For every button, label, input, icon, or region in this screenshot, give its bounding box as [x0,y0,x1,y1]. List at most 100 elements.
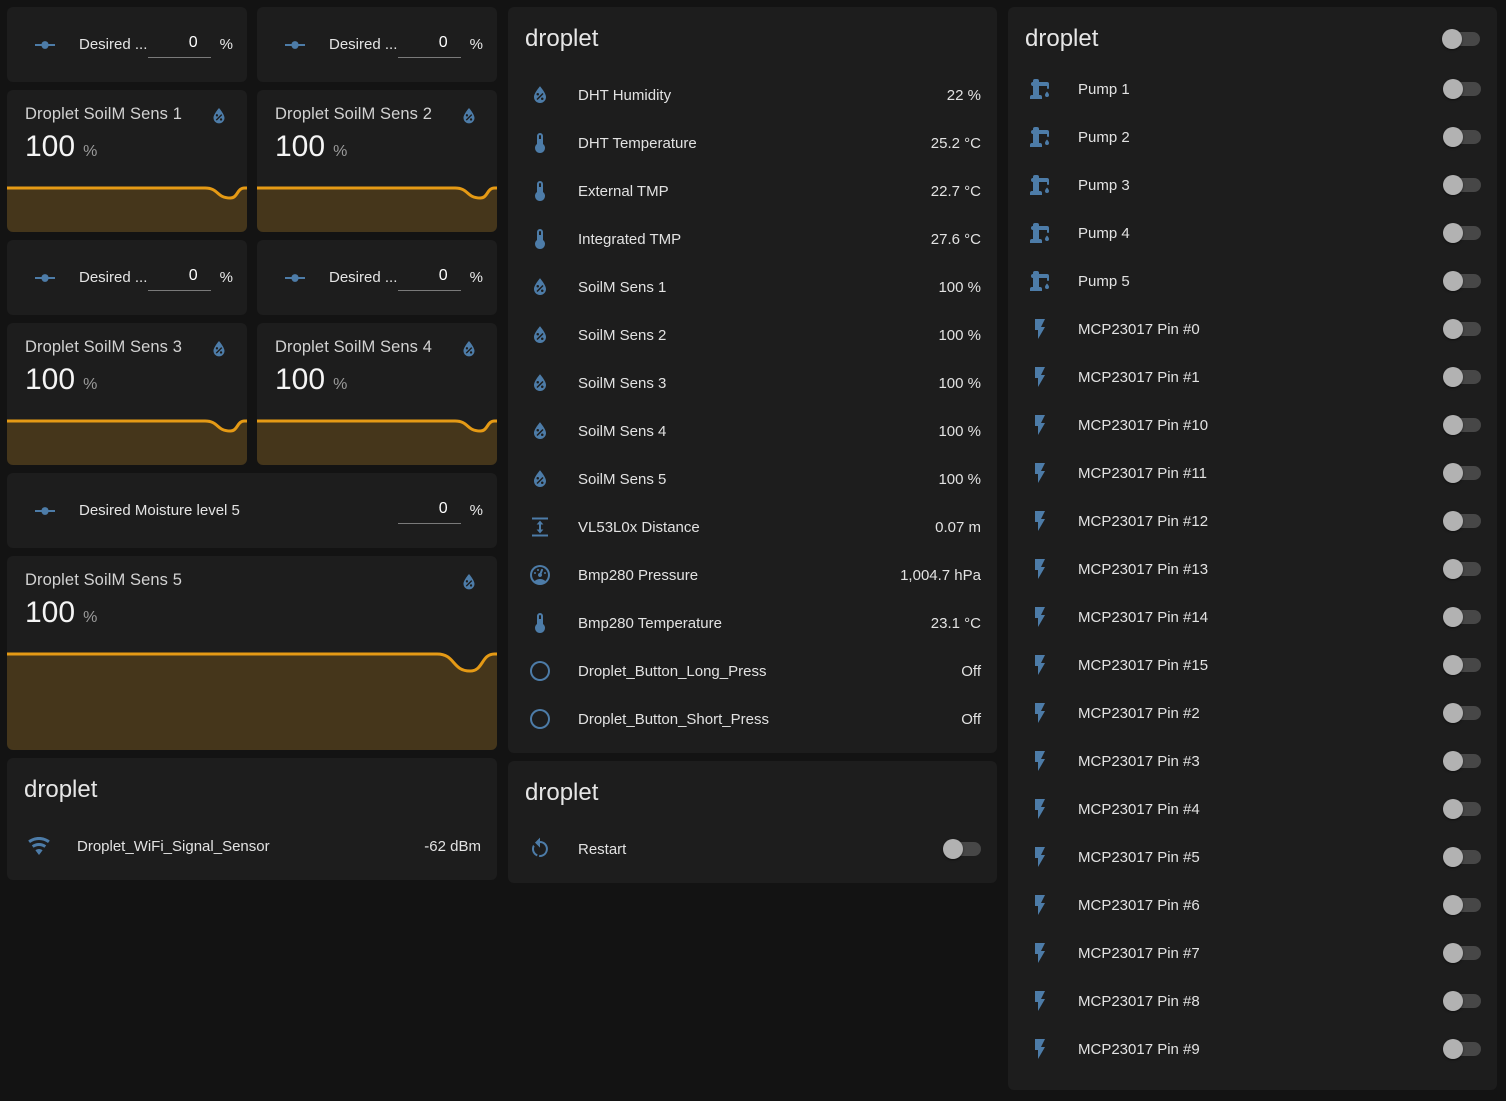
entity-row[interactable]: MCP23017 Pin #4 [1008,785,1497,833]
entity-icon [1028,941,1052,965]
entity-row[interactable]: MCP23017 Pin #3 [1008,737,1497,785]
entity-icon [1028,749,1052,773]
entity-row[interactable]: MCP23017 Pin #14 [1008,593,1497,641]
entity-icon [1028,125,1052,149]
toggle-switch[interactable] [1443,78,1481,100]
entity-icon [1028,77,1052,101]
ray-vertex-icon [283,33,307,57]
entity-row[interactable]: SoilM Sens 5 100 % [508,455,997,503]
toggle-switch[interactable] [1443,510,1481,532]
entity-name: MCP23017 Pin #13 [1078,561,1443,578]
desired-moisture-card-4: Desired ... % [257,240,497,315]
entity-row[interactable]: MCP23017 Pin #10 [1008,401,1497,449]
entity-row[interactable]: DHT Humidity 22 % [508,71,997,119]
sensor-card-title: Droplet SoilM Sens 1 [25,105,182,124]
desired-label: Desired ... [79,269,147,286]
entity-icon [528,131,552,155]
entity-row[interactable]: Bmp280 Temperature 23.1 °C [508,599,997,647]
entity-row[interactable]: Droplet_WiFi_Signal_Sensor -62 dBm [7,822,497,870]
entity-icon [528,83,552,107]
toggle-switch[interactable] [1443,798,1481,820]
entity-row[interactable]: SoilM Sens 4 100 % [508,407,997,455]
entity-row[interactable]: SoilM Sens 2 100 % [508,311,997,359]
toggle-switch[interactable] [1443,702,1481,724]
entity-row[interactable]: DHT Temperature 25.2 °C [508,119,997,167]
entity-icon [1028,365,1052,389]
desired-moisture-input-5[interactable] [398,498,461,524]
middle-column: droplet DHT Humidity 22 % DHT Temperatur… [508,7,997,883]
entity-row[interactable]: Integrated TMP 27.6 °C [508,215,997,263]
toggle-switch[interactable] [1443,606,1481,628]
entity-icon [1028,413,1052,437]
history-sparkline [257,184,497,232]
sensor-value: 100 [25,363,75,397]
entity-row[interactable]: Pump 1 [1008,65,1497,113]
toggle-switch[interactable] [1443,270,1481,292]
soil-sensor-card-1[interactable]: Droplet SoilM Sens 1 100 % [7,90,247,232]
toggle-switch[interactable] [1443,990,1481,1012]
toggle-switch[interactable] [1443,174,1481,196]
desired-moisture-input-4[interactable] [398,265,461,291]
dashboard: Desired ... % Desired ... % Droplet Soil… [0,0,1506,1101]
entity-value: 23.1 °C [931,615,981,632]
entity-row[interactable]: Pump 3 [1008,161,1497,209]
entity-row[interactable]: MCP23017 Pin #13 [1008,545,1497,593]
toggle-switch[interactable] [1443,846,1481,868]
entity-row[interactable]: MCP23017 Pin #0 [1008,305,1497,353]
entity-row[interactable]: Restart [508,825,997,873]
entity-row[interactable]: External TMP 22.7 °C [508,167,997,215]
entity-row[interactable]: SoilM Sens 1 100 % [508,263,997,311]
entity-row[interactable]: SoilM Sens 3 100 % [508,359,997,407]
water-percent-icon [208,338,230,360]
entity-row[interactable]: VL53L0x Distance 0.07 m [508,503,997,551]
entity-name: MCP23017 Pin #15 [1078,657,1443,674]
desired-label: Desired Moisture level 5 [79,502,240,519]
toggle-switch[interactable] [1443,318,1481,340]
entity-row[interactable]: Droplet_Button_Short_Press Off [508,695,997,743]
desired-moisture-input-1[interactable] [148,32,211,58]
soil-sensor-card-3[interactable]: Droplet SoilM Sens 3 100 % [7,323,247,465]
entity-row[interactable]: MCP23017 Pin #6 [1008,881,1497,929]
toggle-switch[interactable] [1443,414,1481,436]
entity-row[interactable]: MCP23017 Pin #8 [1008,977,1497,1025]
entity-row[interactable]: MCP23017 Pin #1 [1008,353,1497,401]
entity-name: SoilM Sens 2 [578,327,926,344]
soil-sensor-card-4[interactable]: Droplet SoilM Sens 4 100 % [257,323,497,465]
entity-row[interactable]: MCP23017 Pin #11 [1008,449,1497,497]
entity-name: Droplet_Button_Short_Press [578,711,949,728]
entity-row[interactable]: MCP23017 Pin #9 [1008,1025,1497,1073]
toggle-switch[interactable] [1443,750,1481,772]
entity-name: MCP23017 Pin #8 [1078,993,1443,1010]
entity-icon [528,179,552,203]
toggle-switch[interactable] [1443,894,1481,916]
toggle-switch[interactable] [1443,462,1481,484]
soil-sensor-card-2[interactable]: Droplet SoilM Sens 2 100 % [257,90,497,232]
toggle-switch[interactable] [1443,222,1481,244]
toggle-switch[interactable] [1443,942,1481,964]
entity-row[interactable]: Pump 4 [1008,209,1497,257]
toggle-switch[interactable] [1443,366,1481,388]
entity-row[interactable]: MCP23017 Pin #15 [1008,641,1497,689]
entity-row[interactable]: MCP23017 Pin #5 [1008,833,1497,881]
entity-row[interactable]: Pump 2 [1008,113,1497,161]
toggle-switch[interactable] [1443,126,1481,148]
entity-name: MCP23017 Pin #2 [1078,705,1443,722]
entity-icon [1028,845,1052,869]
entity-row[interactable]: Droplet_Button_Long_Press Off [508,647,997,695]
toggle-all-switch[interactable] [1442,28,1480,50]
sensor-value: 100 [275,363,325,397]
desired-moisture-input-3[interactable] [148,265,211,291]
entity-row[interactable]: MCP23017 Pin #7 [1008,929,1497,977]
entity-row[interactable]: MCP23017 Pin #12 [1008,497,1497,545]
entity-row[interactable]: Bmp280 Pressure 1,004.7 hPa [508,551,997,599]
entity-icon [528,611,552,635]
toggle-switch[interactable] [1443,654,1481,676]
entity-row[interactable]: MCP23017 Pin #2 [1008,689,1497,737]
toggle-switch[interactable] [1443,558,1481,580]
soil-sensor-card-5[interactable]: Droplet SoilM Sens 5 100 % [7,556,497,750]
desired-moisture-input-2[interactable] [398,32,461,58]
entity-row[interactable]: Pump 5 [1008,257,1497,305]
toggle-switch[interactable] [1443,1038,1481,1060]
toggle-switch[interactable] [943,838,981,860]
entity-icon [1028,653,1052,677]
